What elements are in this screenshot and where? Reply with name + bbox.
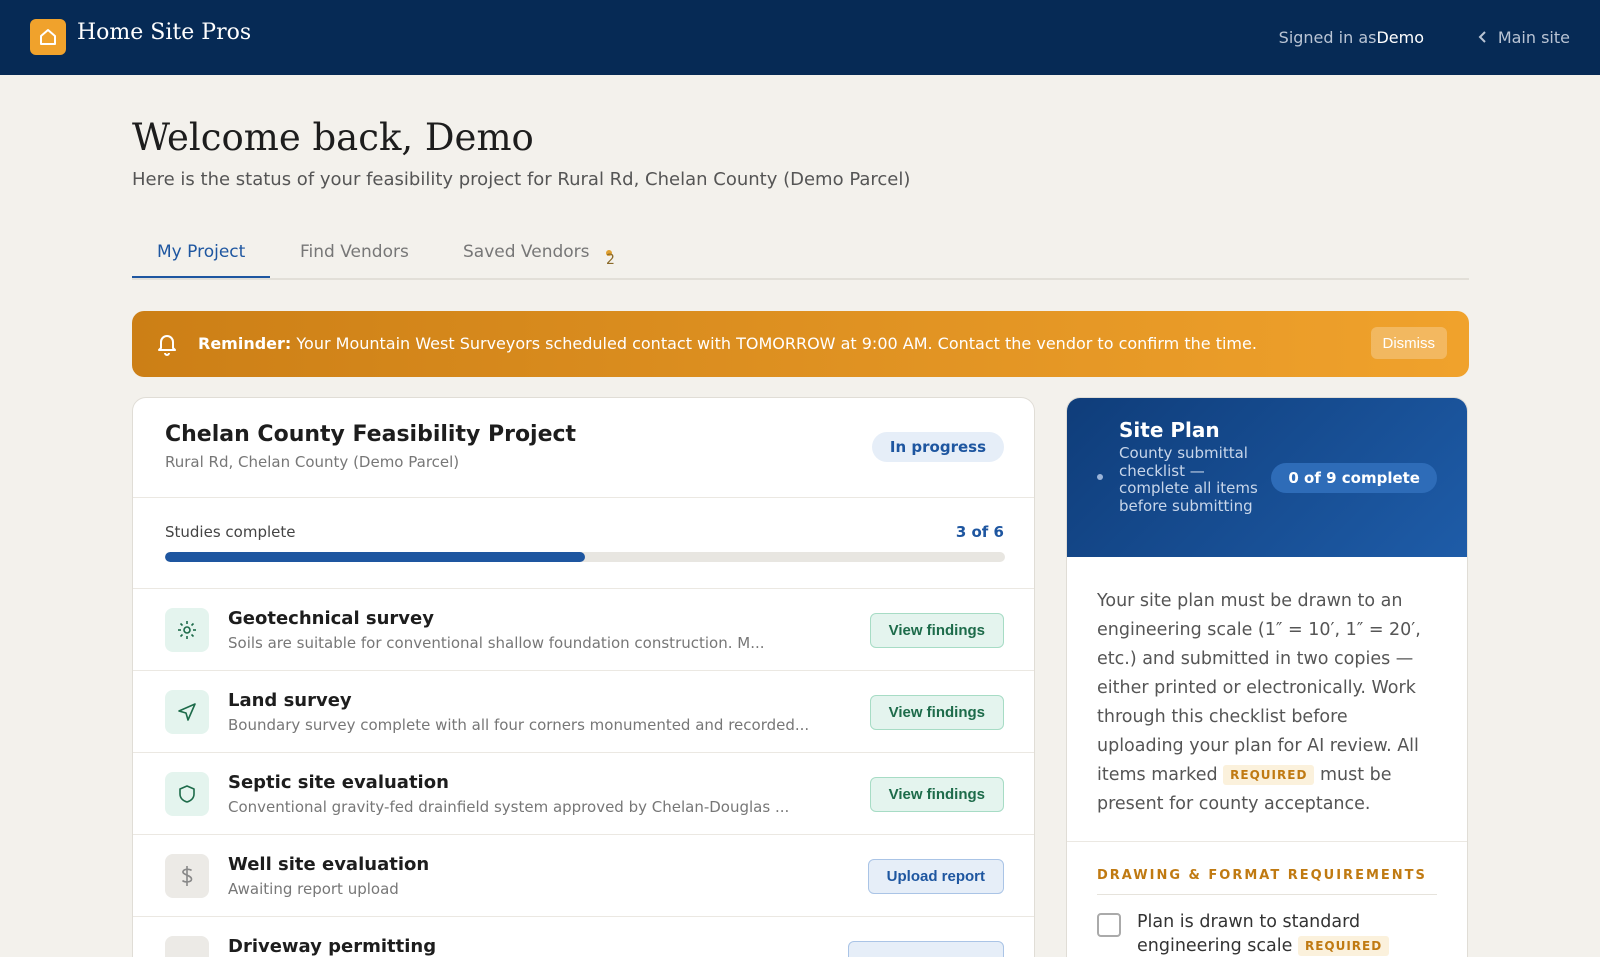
study-action-button[interactable] (848, 941, 1004, 957)
study-icon (165, 936, 209, 957)
dollar-icon (165, 854, 209, 898)
status-badge: In progress (871, 432, 1004, 462)
reminder-label: Reminder: (198, 334, 292, 353)
sun-icon (165, 608, 209, 652)
checklist-progress-badge: 0 of 9 complete (1271, 463, 1437, 493)
shield-icon (165, 772, 209, 816)
user-name: Demo (1376, 28, 1424, 47)
view-findings-button[interactable]: View findings (869, 695, 1004, 730)
site-plan-subtitle: County submittal checklist — complete al… (1119, 444, 1258, 515)
home-logo-icon[interactable] (30, 19, 66, 55)
chevron-left-icon (1478, 28, 1488, 47)
site-plan-card: Site Plan County submittal checklist — c… (1066, 397, 1468, 957)
dismiss-button[interactable]: Dismiss (1370, 327, 1447, 359)
checkbox[interactable] (1097, 913, 1121, 937)
view-findings-button[interactable]: View findings (869, 613, 1004, 648)
tab-saved-vendors[interactable]: Saved Vendors (463, 242, 590, 276)
checklist-item-label: Plan is drawn to standard engineering sc… (1137, 910, 1437, 957)
study-description: Soils are suitable for conventional shal… (228, 634, 765, 652)
study-description: Boundary survey complete with all four c… (228, 716, 810, 734)
project-card: Chelan County Feasibility Project Rural … (132, 397, 1035, 957)
reminder-message: Your Mountain West Surveyors scheduled c… (296, 334, 1257, 353)
tab-my-project[interactable]: My Project (132, 242, 271, 278)
study-name: Septic site evaluation (228, 772, 449, 793)
required-tag: REQUIRED (1223, 765, 1315, 785)
tab-find-vendors[interactable]: Find Vendors (300, 242, 409, 276)
study-description: Conventional gravity-fed drainfield syst… (228, 798, 790, 816)
view-findings-button[interactable]: View findings (869, 777, 1004, 812)
saved-vendors-badge: 2 (606, 252, 615, 268)
study-name: Driveway permitting (228, 936, 437, 957)
study-name: Well site evaluation (228, 854, 430, 875)
upload-report-button[interactable]: Upload report (867, 859, 1004, 894)
reminder-banner: Reminder: Your Mountain West Surveyors s… (132, 311, 1469, 377)
section-divider (1097, 894, 1437, 895)
reminder-text: Reminder: Your Mountain West Surveyors s… (198, 334, 1257, 353)
signed-in-prefix: Signed in as (1278, 28, 1377, 47)
site-plan-indicator-dot (1097, 474, 1103, 480)
studies-count: 3 of 6 (955, 523, 1004, 541)
studies-label: Studies complete (165, 523, 296, 541)
card-divider (133, 497, 1034, 498)
tab-bar: My Project Find Vendors Saved Vendors 2 (132, 236, 1469, 280)
top-bar: Home Site Pros Signed in asDemo Main sit… (0, 0, 1600, 75)
study-description: Awaiting report upload (228, 880, 399, 898)
project-address: Rural Rd, Chelan County (Demo Parcel) (165, 453, 460, 471)
study-name: Land survey (228, 690, 352, 711)
studies-progress-bar (165, 552, 1005, 562)
study-row-land-survey: Land survey Boundary survey complete wit… (133, 670, 1034, 752)
main-site-link[interactable]: Main site (1478, 28, 1570, 47)
study-row-geotechnical: Geotechnical survey Soils are suitable f… (133, 588, 1034, 670)
page-title: Welcome back, Demo (132, 116, 534, 159)
bell-icon (156, 332, 178, 360)
project-title: Chelan County Feasibility Project (165, 422, 577, 447)
site-plan-divider (1067, 841, 1467, 842)
navigation-arrow-icon (165, 690, 209, 734)
site-plan-description: Your site plan must be drawn to an engin… (1097, 587, 1437, 819)
main-site-label: Main site (1497, 28, 1570, 47)
required-tag: REQUIRED (1297, 936, 1390, 956)
site-plan-header: Site Plan County submittal checklist — c… (1067, 398, 1467, 557)
study-row-well: Well site evaluation Awaiting report upl… (133, 834, 1034, 916)
study-row-driveway: Driveway permitting (133, 916, 1034, 957)
studies-progress-fill (165, 552, 585, 562)
description-text: Your site plan must be drawn to an engin… (1097, 591, 1421, 785)
site-plan-title: Site Plan (1119, 418, 1220, 442)
section-title: DRAWING & FORMAT REQUIREMENTS (1097, 868, 1427, 883)
page-subtitle: Here is the status of your feasibility p… (132, 169, 911, 190)
brand-name[interactable]: Home Site Pros (77, 20, 251, 45)
study-row-septic: Septic site evaluation Conventional grav… (133, 752, 1034, 834)
signed-in-status: Signed in asDemo (1279, 28, 1424, 47)
study-name: Geotechnical survey (228, 608, 434, 629)
